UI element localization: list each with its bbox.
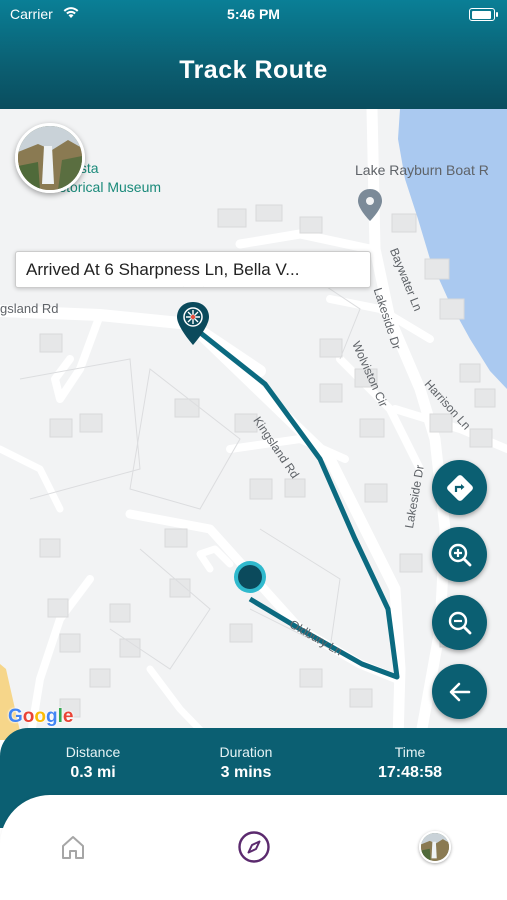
bottom-nav [0, 795, 507, 900]
back-button[interactable] [432, 664, 487, 719]
arrived-callout[interactable]: Arrived At 6 Sharpness Ln, Bella V... [15, 251, 371, 288]
stat-time: Time 17:48:58 [340, 744, 480, 782]
stat-duration-label: Duration [219, 744, 273, 760]
zoom-out-button[interactable] [432, 595, 487, 650]
arrow-back-icon [449, 682, 470, 701]
nav-profile[interactable] [418, 830, 452, 864]
stat-time-value: 17:48:58 [377, 764, 443, 781]
google-logo: Google [8, 706, 74, 727]
zoom-in-icon [448, 543, 471, 566]
nav-home[interactable] [56, 830, 90, 864]
compass-icon [238, 831, 270, 863]
stat-distance-label: Distance [65, 744, 121, 760]
stat-duration: Duration 3 mins [176, 744, 316, 782]
status-time: 5:46 PM [227, 6, 280, 22]
street-label-kingsland-left: gsland Rd [0, 301, 59, 316]
battery-icon [469, 8, 498, 21]
nav-track[interactable] [237, 830, 271, 864]
home-icon [62, 836, 84, 859]
stat-distance: Distance 0.3 mi [23, 744, 163, 782]
map-view[interactable]: gsland Rd Kingsland Rd Baywater Ln Lakes… [0, 109, 507, 740]
stat-duration-value: 3 mins [220, 764, 272, 781]
zoom-out-icon [448, 611, 471, 634]
directions-icon [446, 474, 473, 501]
zoom-in-button[interactable] [432, 527, 487, 582]
stat-time-label: Time [394, 744, 426, 760]
user-avatar-map[interactable] [15, 123, 85, 193]
status-bar: Carrier 5:46 PM [0, 0, 507, 30]
stat-distance-value: 0.3 mi [70, 764, 116, 781]
avatar-photo [18, 126, 82, 190]
page-title: Track Route [179, 56, 328, 84]
poi-label-lake: Lake Rayburn Boat R [355, 162, 489, 178]
profile-avatar [419, 831, 451, 863]
directions-button[interactable] [432, 460, 487, 515]
